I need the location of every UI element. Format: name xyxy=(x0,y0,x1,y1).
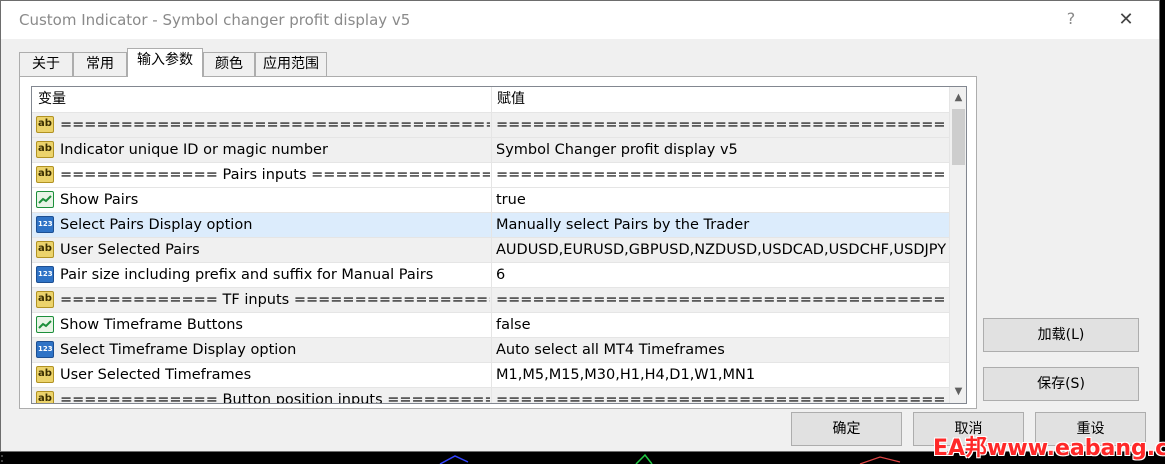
row-variable: User Selected Timeframes xyxy=(60,367,252,383)
custom-indicator-dialog: Custom Indicator - Symbol changer profit… xyxy=(0,0,1160,452)
string-type-icon: ab xyxy=(36,166,54,183)
row-value[interactable]: false xyxy=(496,313,946,337)
cell-divider xyxy=(491,213,492,237)
save-button[interactable]: 保存(S) xyxy=(983,367,1139,401)
table-row[interactable]: 123 Pair size including prefix and suffi… xyxy=(32,263,949,288)
table-row-selected[interactable]: 123 Select Pairs Display option Manually… xyxy=(32,213,949,238)
inputs-panel: 变量 赋值 ab ===============================… xyxy=(19,76,977,409)
window-title: Custom Indicator - Symbol changer profit… xyxy=(19,11,411,29)
row-value[interactable]: Manually select Pairs by the Trader xyxy=(496,213,946,237)
row-variable: Show Pairs xyxy=(60,192,139,208)
scroll-up-icon[interactable]: ▲ xyxy=(950,89,966,106)
table-body: ab =================================== ==… xyxy=(32,113,949,404)
table-row[interactable]: ab =================================== ==… xyxy=(32,113,949,138)
tab-inputs[interactable]: 输入参数 xyxy=(127,48,203,77)
bool-type-icon xyxy=(36,191,54,208)
table-header: 变量 赋值 xyxy=(32,87,949,113)
row-value[interactable]: Auto select all MT4 Timeframes xyxy=(496,338,946,362)
row-value[interactable]: ========================================… xyxy=(496,288,946,312)
cell-divider xyxy=(491,263,492,287)
row-value[interactable]: AUDUSD,EURUSD,GBPUSD,NZDUSD,USDCAD,USDCH… xyxy=(496,238,946,262)
row-value[interactable]: 6 xyxy=(496,263,946,287)
row-variable: Select Pairs Display option xyxy=(60,217,253,233)
table-row[interactable]: ab Indicator unique ID or magic number S… xyxy=(32,138,949,163)
vertical-scrollbar[interactable]: ▲ ▼ xyxy=(949,87,966,403)
cell-divider xyxy=(491,388,492,403)
row-variable: ============= Pairs inputs =============… xyxy=(60,167,490,183)
number-type-icon: 123 xyxy=(36,216,54,233)
scroll-thumb[interactable] xyxy=(952,109,965,165)
row-variable: Indicator unique ID or magic number xyxy=(60,142,328,158)
ok-button[interactable]: 确定 xyxy=(791,412,902,446)
bool-type-icon xyxy=(36,316,54,333)
help-icon[interactable]: ? xyxy=(1059,7,1083,31)
tab-colors[interactable]: 颜色 xyxy=(203,52,255,76)
row-value[interactable]: ========================================… xyxy=(496,163,946,187)
row-value[interactable]: Symbol Changer profit display v5 xyxy=(496,138,946,162)
string-type-icon: ab xyxy=(36,366,54,383)
cell-divider xyxy=(491,238,492,262)
table-row[interactable]: ab ============= TF inputs =============… xyxy=(32,288,949,313)
cell-divider xyxy=(491,313,492,337)
row-value[interactable]: true xyxy=(496,188,946,212)
row-variable: Pair size including prefix and suffix fo… xyxy=(60,267,434,283)
tab-about[interactable]: 关于 xyxy=(19,52,73,76)
string-type-icon: ab xyxy=(36,241,54,258)
title-bar: Custom Indicator - Symbol changer profit… xyxy=(1,1,1159,39)
row-variable: Show Timeframe Buttons xyxy=(60,317,243,333)
row-variable: ============= Button position inputs ===… xyxy=(60,392,490,404)
header-variable[interactable]: 变量 xyxy=(32,87,491,112)
table-row[interactable]: Show Timeframe Buttons false xyxy=(32,313,949,338)
header-value[interactable]: 赋值 xyxy=(491,87,949,112)
cell-divider xyxy=(491,163,492,187)
table-row[interactable]: 123 Select Timeframe Display option Auto… xyxy=(32,338,949,363)
string-type-icon: ab xyxy=(36,116,54,133)
table-row[interactable]: ab ============= Button position inputs … xyxy=(32,388,949,404)
number-type-icon: 123 xyxy=(36,266,54,283)
cell-divider xyxy=(491,363,492,387)
string-type-icon: ab xyxy=(36,291,54,308)
table-row[interactable]: ab User Selected Timeframes M1,M5,M15,M3… xyxy=(32,363,949,388)
scroll-down-icon[interactable]: ▼ xyxy=(950,383,966,400)
string-type-icon: ab xyxy=(36,391,54,403)
watermark-text: EA邦www.eabang.com xyxy=(933,436,1165,461)
cell-divider xyxy=(491,138,492,162)
table-row[interactable]: ab ============= Pairs inputs ==========… xyxy=(32,163,949,188)
tab-common[interactable]: 常用 xyxy=(73,52,127,76)
row-variable: User Selected Pairs xyxy=(60,242,200,258)
table-row[interactable]: Show Pairs true xyxy=(32,188,949,213)
string-type-icon: ab xyxy=(36,141,54,158)
row-value[interactable]: ========================================… xyxy=(496,388,946,403)
row-variable: ============= TF inputs ================… xyxy=(60,292,490,308)
close-icon[interactable]: ✕ xyxy=(1113,7,1139,33)
cell-divider xyxy=(491,113,492,137)
number-type-icon: 123 xyxy=(36,341,54,358)
table-row[interactable]: ab User Selected Pairs AUDUSD,EURUSD,GBP… xyxy=(32,238,949,263)
row-value[interactable]: M1,M5,M15,M30,H1,H4,D1,W1,MN1 xyxy=(496,363,946,387)
cell-divider xyxy=(491,338,492,362)
row-variable: ========================================… xyxy=(60,117,490,133)
tab-visualization[interactable]: 应用范围 xyxy=(255,52,327,76)
cell-divider xyxy=(491,188,492,212)
row-variable: Select Timeframe Display option xyxy=(60,342,297,358)
cell-divider xyxy=(491,288,492,312)
row-value[interactable]: ========================================… xyxy=(496,113,946,137)
parameters-table: 变量 赋值 ab ===============================… xyxy=(31,86,967,404)
load-button[interactable]: 加载(L) xyxy=(983,318,1139,352)
